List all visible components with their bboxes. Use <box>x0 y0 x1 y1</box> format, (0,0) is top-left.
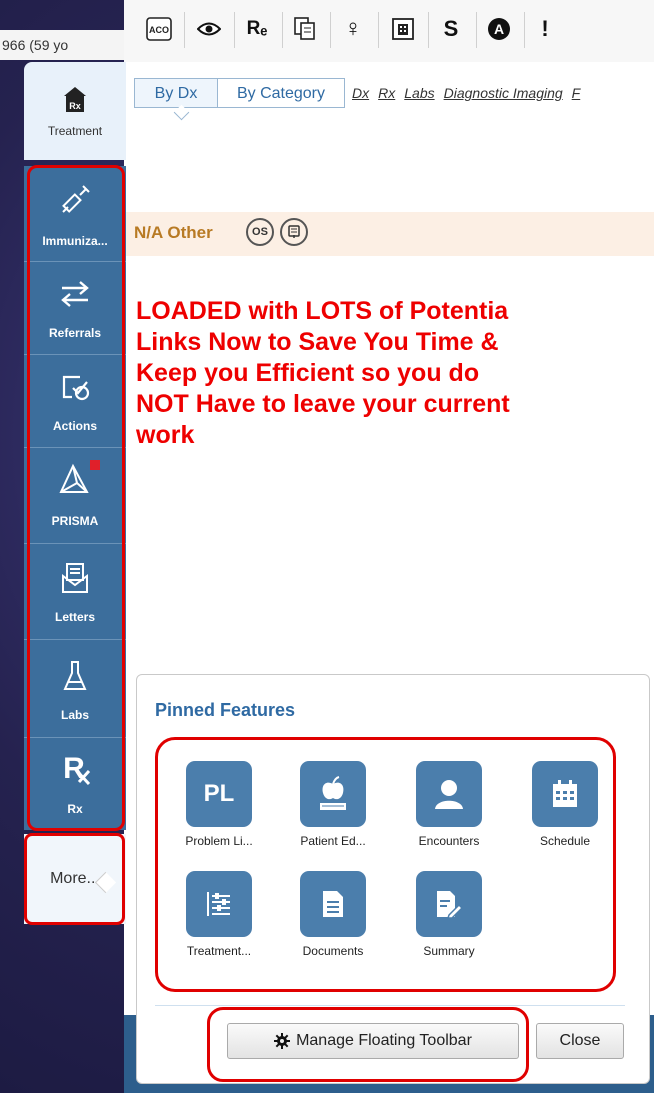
feature-schedule[interactable]: Schedule <box>515 761 615 848</box>
feature-problem-list[interactable]: PL Problem Li... <box>169 761 269 848</box>
promo-callout-text: LOADED with LOTS of Potentia Links Now t… <box>136 296 654 451</box>
treatment-rx-icon: Rx <box>58 84 92 114</box>
sidebar-item-label: Referrals <box>48 326 102 340</box>
promo-line: Links Now to Save You Time & <box>136 328 499 356</box>
eye-icon[interactable] <box>194 14 224 44</box>
promo-line: NOT Have to leave your current <box>136 390 510 418</box>
syringe-icon <box>55 180 95 220</box>
aco-icon[interactable]: ACO <box>144 14 174 44</box>
promo-line: LOADED with LOTS of Potentia <box>136 297 509 325</box>
toolbar-separator <box>330 12 331 48</box>
sidebar-item-label: Immuniza... <box>42 234 108 248</box>
feature-label: Patient Ed... <box>300 834 366 848</box>
tab-by-dx[interactable]: By Dx <box>134 78 218 108</box>
sidebar-item-treatment[interactable]: Rx Treatment <box>24 62 126 160</box>
toolbar-separator <box>282 12 283 48</box>
more-toolbar-icon[interactable]: ! <box>530 14 560 44</box>
rx-icon: R <box>55 748 95 788</box>
calendar-icon <box>532 761 598 827</box>
toolbar-separator <box>234 12 235 48</box>
manage-floating-toolbar-button[interactable]: Manage Floating Toolbar <box>227 1023 519 1059</box>
category-tab-row: By Dx By Category Dx Rx Labs Diagnostic Ima… <box>124 62 654 122</box>
feature-label: Encounters <box>418 834 480 848</box>
sidebar-item-label: PRISMA <box>51 514 99 528</box>
feature-label: Summary <box>423 944 475 958</box>
popup-divider <box>155 1005 625 1006</box>
feature-summary[interactable]: Summary <box>399 871 499 958</box>
sidebar-item-label: Letters <box>54 610 95 624</box>
s-icon[interactable]: S <box>436 14 466 44</box>
sidebar-item-label: Rx <box>67 802 83 816</box>
sidebar-item-label: Actions <box>52 419 97 433</box>
svg-text:Rx: Rx <box>69 101 81 111</box>
link-diagnostic-imaging[interactable]: Diagnostic Imaging <box>444 85 563 101</box>
sidebar-item-rx[interactable]: R Rx <box>24 738 126 830</box>
feature-treatment[interactable]: Treatment... <box>169 871 269 958</box>
feature-label: Problem Li... <box>185 834 253 848</box>
a-circle-icon[interactable]: A <box>484 14 514 44</box>
tab-by-category[interactable]: By Category <box>217 78 345 108</box>
add-note-icon[interactable] <box>280 218 308 246</box>
toolbar-separator <box>428 12 429 48</box>
feature-patient-education[interactable]: Patient Ed... <box>283 761 383 848</box>
pinned-features-popup: Pinned Features PL Problem Li... Patient… <box>136 674 650 1084</box>
na-other-label: N/A Other <box>134 223 213 242</box>
gear-icon <box>274 1033 291 1049</box>
sidebar-item-referrals[interactable]: Referrals <box>24 262 126 355</box>
svg-text:ACO: ACO <box>149 25 169 35</box>
toolbar-separator <box>184 12 185 48</box>
feature-documents[interactable]: Documents <box>283 871 383 958</box>
person-icon <box>416 761 482 827</box>
swap-arrows-icon <box>55 274 95 314</box>
sidebar-item-prisma[interactable]: PRISMA <box>24 448 126 544</box>
document-icon <box>300 871 366 937</box>
sidebar-item-immunizations[interactable]: Immuniza... <box>24 166 126 262</box>
promo-line: Keep you Efficient so you do <box>136 359 480 387</box>
close-button[interactable]: Close <box>536 1023 624 1059</box>
na-other-row: N/A Other OS <box>124 212 654 256</box>
toolbar-separator <box>524 12 525 48</box>
pl-icon: PL <box>186 761 252 827</box>
feature-encounters[interactable]: Encounters <box>399 761 499 848</box>
sidebar-item-letters[interactable]: Letters <box>24 544 126 640</box>
apple-book-icon <box>300 761 366 827</box>
patient-age-strip: 966 (59 yo <box>0 30 130 60</box>
sidebar-item-actions[interactable]: Actions <box>24 355 126 448</box>
quick-links: Dx Rx Labs Diagnostic Imaging F <box>352 78 589 108</box>
top-toolbar: ACO Rₑ ♀ S A ! <box>124 0 654 63</box>
patient-age-text: 966 (59 yo <box>2 37 69 53</box>
sidebar-item-label: Labs <box>60 708 89 722</box>
flask-icon <box>55 656 95 696</box>
promo-line: work <box>136 421 195 449</box>
feature-label: Documents <box>302 944 364 958</box>
building-icon[interactable] <box>388 14 418 44</box>
copy-icon[interactable] <box>290 14 320 44</box>
toolbar-separator <box>476 12 477 48</box>
manage-button-label: Manage Floating Toolbar <box>296 1032 472 1049</box>
feature-label: Treatment... <box>186 944 252 958</box>
link-dx[interactable]: Dx <box>352 85 369 101</box>
envelope-icon <box>55 558 95 598</box>
re-icon[interactable]: Rₑ <box>242 14 272 44</box>
female-icon[interactable]: ♀ <box>338 14 368 44</box>
link-rx[interactable]: Rx <box>378 85 395 101</box>
link-f[interactable]: F <box>572 85 581 101</box>
link-labs[interactable]: Labs <box>404 85 434 101</box>
summary-doc-icon <box>416 871 482 937</box>
prism-icon <box>55 460 95 500</box>
sidebar-item-labs[interactable]: Labs <box>24 640 126 738</box>
feature-label: Schedule <box>539 834 591 848</box>
toolbar-separator <box>378 12 379 48</box>
notification-badge <box>90 460 100 470</box>
os-badge-icon[interactable]: OS <box>246 218 274 246</box>
svg-text:A: A <box>494 21 504 37</box>
sidebar-item-label: Treatment <box>47 124 103 138</box>
checklist-icon <box>55 367 95 407</box>
popup-title: Pinned Features <box>155 700 296 720</box>
sliders-icon <box>186 871 252 937</box>
